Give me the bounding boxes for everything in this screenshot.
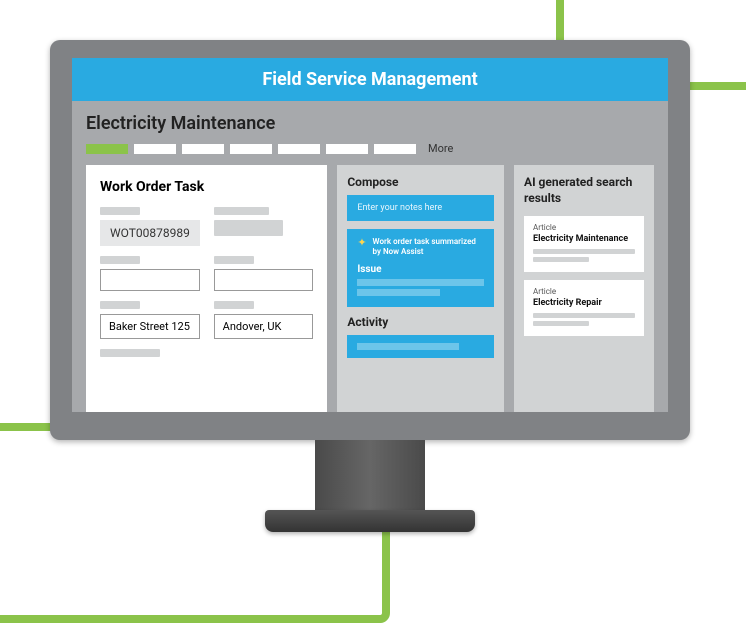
result-type: Article	[533, 287, 635, 296]
search-results-panel: AI generated search results Article Elec…	[514, 165, 654, 412]
tab-4[interactable]	[230, 144, 272, 154]
empty-input-2[interactable]	[214, 269, 314, 291]
result-title: Electricity Maintenance	[533, 234, 635, 244]
field-label-placeholder	[100, 349, 160, 357]
activity-heading: Activity	[347, 315, 494, 329]
activity-line	[357, 343, 458, 350]
issue-line	[357, 279, 484, 286]
summary-text: Work order task summarized by Now Assist	[373, 237, 484, 258]
monitor-frame: Field Service Management Electricity Mai…	[50, 40, 690, 532]
tab-6[interactable]	[326, 144, 368, 154]
panels-row: Work Order Task WOT00878989	[86, 165, 654, 412]
issue-line	[357, 289, 439, 296]
field-label-placeholder	[100, 301, 140, 309]
tab-2[interactable]	[134, 144, 176, 154]
result-title: Electricity Repair	[533, 298, 635, 308]
compose-heading: Compose	[347, 175, 494, 189]
activity-box	[347, 335, 494, 358]
result-line	[533, 313, 635, 318]
search-result-card[interactable]: Article Electricity Maintenance	[524, 216, 644, 272]
result-line	[533, 321, 589, 326]
content-area: Electricity Maintenance More Work Order …	[72, 101, 668, 412]
sparkle-icon: ✦	[357, 237, 366, 248]
result-line	[533, 249, 635, 254]
field-label-placeholder	[214, 207, 269, 215]
tab-5[interactable]	[278, 144, 320, 154]
field-label-placeholder	[100, 256, 140, 264]
app-title: Field Service Management	[262, 69, 477, 90]
address-field[interactable]: Baker Street 125	[100, 314, 200, 339]
tab-bar: More	[86, 142, 654, 155]
monitor-stand-neck	[315, 440, 425, 510]
search-heading: AI generated search results	[524, 175, 644, 206]
tab-active[interactable]	[86, 144, 128, 154]
work-order-panel: Work Order Task WOT00878989	[86, 165, 327, 412]
tab-7[interactable]	[374, 144, 416, 154]
monitor-stand-base	[265, 510, 475, 532]
monitor-bezel: Field Service Management Electricity Mai…	[50, 40, 690, 440]
notes-placeholder: Enter your notes here	[357, 203, 442, 213]
app-header: Field Service Management	[72, 58, 668, 101]
page-title: Electricity Maintenance	[86, 113, 654, 134]
result-type: Article	[533, 223, 635, 232]
ai-summary-box: ✦ Work order task summarized by Now Assi…	[347, 229, 494, 307]
city-field[interactable]: Andover, UK	[214, 314, 314, 339]
work-order-id-field[interactable]: WOT00878989	[100, 220, 200, 246]
field-label-placeholder	[214, 256, 254, 264]
compose-panel: Compose Enter your notes here ✦ Work ord…	[337, 165, 504, 412]
result-line	[533, 257, 589, 262]
tab-more[interactable]: More	[428, 142, 453, 155]
field-label-placeholder	[100, 207, 140, 215]
work-order-heading: Work Order Task	[100, 179, 313, 195]
notes-input[interactable]: Enter your notes here	[347, 195, 494, 221]
search-result-card[interactable]: Article Electricity Repair	[524, 280, 644, 336]
issue-label: Issue	[357, 264, 484, 275]
field-label-placeholder	[214, 301, 254, 309]
app-screen: Field Service Management Electricity Mai…	[72, 58, 668, 412]
field-value-placeholder	[214, 220, 284, 236]
tab-3[interactable]	[182, 144, 224, 154]
empty-input-1[interactable]	[100, 269, 200, 291]
